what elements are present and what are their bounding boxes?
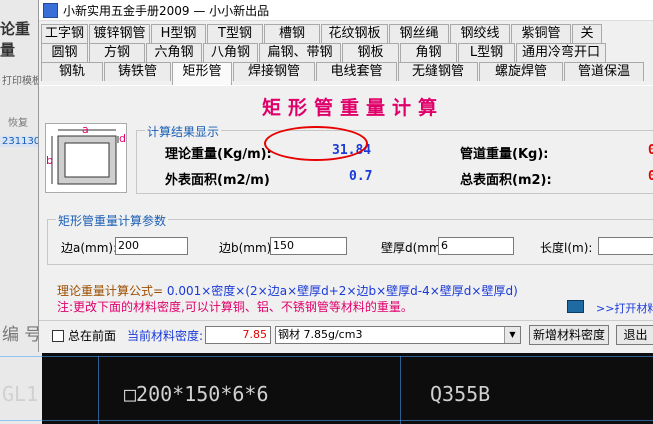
tab-conduit[interactable]: 电线套管 xyxy=(316,62,397,81)
param-group-title: 矩形管重量计算参数 xyxy=(56,212,169,229)
outer-area-label: 外表面积(m2/m) xyxy=(165,173,270,188)
pipe-weight-value: 0 xyxy=(648,143,653,158)
chevron-down-icon[interactable]: ▼ xyxy=(504,327,520,343)
tab-welded-pipe[interactable]: 焊接钢管 xyxy=(233,62,315,81)
pipe-weight-label: 管道重量(Kg): xyxy=(460,147,549,162)
tab-i-beam[interactable]: 工字钢 xyxy=(41,24,88,43)
cad-text-grade: Q355B xyxy=(430,382,491,406)
result-group-title: 计算结果显示 xyxy=(145,123,222,140)
density-input[interactable]: 7.85 xyxy=(205,326,271,344)
tab-insulated-pipe[interactable]: 管道保温 xyxy=(564,62,644,81)
bg-text-5: 编 号 xyxy=(2,325,42,345)
formula-label: 理论重量计算公式= xyxy=(57,284,164,298)
tab-row-3: 钢轨 铸铁管 矩形管 焊接钢管 电线套管 无缝钢管 螺旋焊管 管道保温 xyxy=(41,62,645,85)
window-title: 小新实用五金手册2009 — 小小新出品 xyxy=(63,4,270,18)
tab-round-bar[interactable]: 圆钢 xyxy=(41,43,88,62)
tab-l-beam[interactable]: L型钢 xyxy=(458,43,515,62)
tab-cast-iron-pipe[interactable]: 铸铁管 xyxy=(104,62,171,81)
highlight-ring xyxy=(264,126,368,161)
bg-text-4: 231130 xyxy=(0,136,43,147)
exit-button[interactable]: 退出 xyxy=(616,325,653,345)
tab-checker-plate[interactable]: 花纹钢板 xyxy=(321,24,388,43)
tab-channel[interactable]: 槽钢 xyxy=(264,24,320,43)
tab-wire-rope[interactable]: 钢丝绳 xyxy=(389,24,449,43)
tab-octagon-bar[interactable]: 八角钢 xyxy=(203,43,258,62)
tab-hexagon-bar[interactable]: 六角钢 xyxy=(146,43,202,62)
background-window: 论重量 打印模板 恢复 231130 编 号 xyxy=(0,0,43,424)
tab-galvanized-pipe[interactable]: 镀锌钢管 xyxy=(89,24,150,43)
formula-line: 理论重量计算公式= 0.001×密度×(2×边a×壁厚d+2×边b×壁厚d-4×… xyxy=(57,282,518,299)
density-label: 当前材料密度: xyxy=(127,329,204,343)
cad-line xyxy=(400,356,401,424)
cad-line xyxy=(98,356,99,424)
formula-text: 0.001×密度×(2×边a×壁厚d+2×边b×壁厚d-4×壁厚d×壁厚d) xyxy=(166,284,518,298)
always-on-top-checkbox[interactable] xyxy=(52,330,64,342)
total-area-label: 总表面积(m2): xyxy=(460,173,552,188)
tab-t-beam[interactable]: T型钢 xyxy=(207,24,263,43)
cad-text-section: □200*150*6*6 xyxy=(124,382,269,406)
total-area-value: 0 xyxy=(648,169,653,184)
page-title: 矩形管重量计算 xyxy=(262,97,445,119)
material-note: 注:更改下面的材料密度,可以计算铜、铝、不锈钢管等材料的重量。 xyxy=(57,300,413,314)
bg-text-2: 打印模板 xyxy=(2,76,42,87)
diagram-label-d: d xyxy=(119,132,126,145)
tab-cold-bent[interactable]: 通用冷弯开口 xyxy=(516,43,606,62)
tab-flat-bar[interactable]: 扁钢、带钢 xyxy=(259,43,341,62)
material-select[interactable]: 钢材 7.85g/cm3 ▼ xyxy=(275,326,521,344)
tab-square-bar[interactable]: 方钢 xyxy=(89,43,145,62)
bottom-bar: 总在前面 当前材料密度: 7.85 钢材 7.85g/cm3 ▼ 新增材料密度 … xyxy=(39,320,653,347)
app-icon xyxy=(43,3,58,18)
rect-pipe-icon: a d b xyxy=(46,123,126,185)
bg-text-3: 恢复 xyxy=(8,118,28,129)
side-b-label: 边b(mm): xyxy=(219,241,276,255)
tab-steel-plate[interactable]: 钢板 xyxy=(342,43,399,62)
tab-rectangular-pipe[interactable]: 矩形管 xyxy=(172,62,232,85)
tab-h-beam[interactable]: H型钢 xyxy=(151,24,206,43)
tab-row-2: 圆钢 方钢 六角钢 八角钢 扁钢、带钢 钢板 角钢 L型钢 通用冷弯开口 xyxy=(41,43,607,62)
keyboard-icon[interactable] xyxy=(567,300,584,313)
side-a-label: 边a(mm): xyxy=(61,241,118,255)
app-window: 小新实用五金手册2009 — 小小新出品 工字钢 镀锌钢管 H型钢 T型钢 槽钢… xyxy=(38,0,653,353)
outer-area-value: 0.7 xyxy=(349,169,373,184)
tab-copper-pipe[interactable]: 紫铜管 xyxy=(511,24,571,43)
tab-row-1: 工字钢 镀锌钢管 H型钢 T型钢 槽钢 花纹钢板 钢丝绳 钢绞线 紫铜管 关 xyxy=(41,24,603,43)
tab-seamless-pipe[interactable]: 无缝钢管 xyxy=(398,62,478,81)
side-a-input[interactable]: 200 xyxy=(115,237,188,255)
theory-weight-label: 理论重量(Kg/m): xyxy=(165,147,272,162)
title-bar[interactable]: 小新实用五金手册2009 — 小小新出品 xyxy=(39,0,653,21)
length-input[interactable] xyxy=(598,237,653,255)
calc-panel: 矩形管重量计算 a d b 计算结果显示 理论重量(Kg/m): 31.84 管… xyxy=(39,85,653,353)
tab-rail[interactable]: 钢轨 xyxy=(41,62,103,81)
diagram-label-b: b xyxy=(46,154,53,167)
tab-strand[interactable]: 钢绞线 xyxy=(450,24,510,43)
always-on-top-label: 总在前面 xyxy=(68,329,117,343)
thickness-input[interactable]: 6 xyxy=(438,237,514,255)
cad-text-gl1: GL1 xyxy=(2,382,39,406)
side-b-input[interactable]: 150 xyxy=(270,237,347,255)
add-material-button[interactable]: 新增材料密度 xyxy=(529,325,609,345)
length-label: 长度l(m): xyxy=(540,241,593,255)
rect-pipe-diagram: a d b xyxy=(45,123,127,193)
tab-spiral-pipe[interactable]: 螺旋焊管 xyxy=(479,62,563,81)
open-material-link[interactable]: >>打开材料 xyxy=(596,300,653,316)
tab-more[interactable]: 关 xyxy=(572,24,602,43)
diagram-label-a: a xyxy=(82,124,89,136)
tab-angle[interactable]: 角钢 xyxy=(400,43,457,62)
bg-text-1: 论重量 xyxy=(0,20,31,59)
material-select-value: 钢材 7.85g/cm3 xyxy=(278,328,363,341)
